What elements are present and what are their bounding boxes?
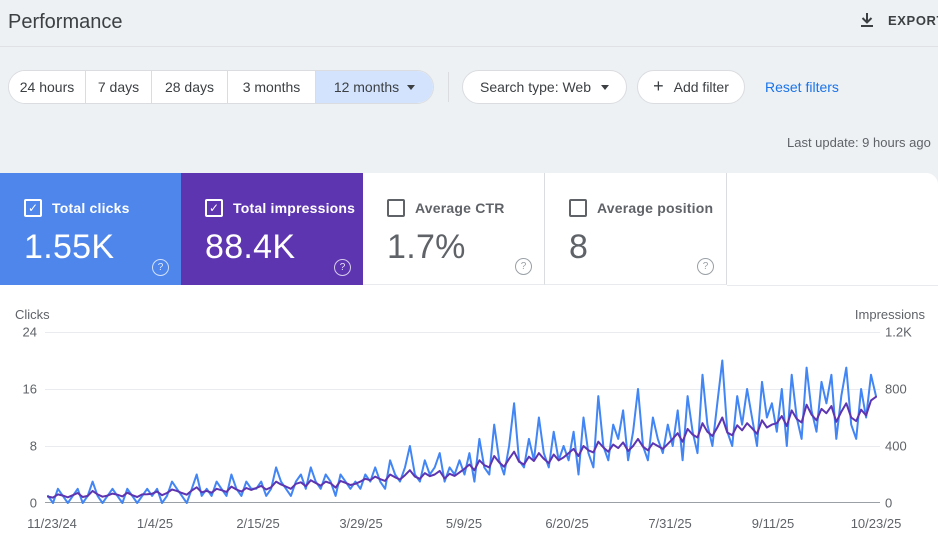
checkbox-unchecked-icon[interactable]: [569, 199, 587, 217]
performance-page: { "header": { "title": "Performance", "e…: [0, 0, 938, 543]
date-range-chip-24-hours[interactable]: 24 hours: [9, 71, 85, 103]
x-axis-label: 5/9/25: [445, 516, 483, 531]
x-axis-label: 10/23/25: [850, 516, 902, 531]
left-axis-ticks: 0 8 16 24: [0, 325, 37, 511]
checkbox-checked-icon[interactable]: ✓: [205, 199, 223, 217]
checkbox-checked-icon[interactable]: ✓: [24, 199, 42, 217]
right-tick: 0: [885, 495, 893, 511]
right-tick: 1.2K: [885, 324, 912, 340]
metric-card-total-impressions[interactable]: ✓ Total impressions 88.4K?: [181, 173, 363, 285]
date-range-chip-12-months[interactable]: 12 months: [315, 71, 433, 103]
metric-label: Average position: [597, 200, 714, 216]
metric-label: Total impressions: [233, 200, 356, 216]
right-axis-ticks: 0 400 800 1.2K: [885, 325, 935, 511]
last-update-text: Last update: 9 hours ago: [787, 135, 931, 150]
cards-filler: [727, 173, 938, 286]
metric-card-average-position[interactable]: Average position 8?: [545, 173, 727, 285]
header-divider: [0, 46, 938, 47]
plus-icon: +: [653, 76, 664, 96]
search-type-label: Search type: Web: [479, 79, 592, 95]
date-range-label: 3 months: [242, 79, 301, 95]
metric-label: Total clicks: [52, 200, 130, 216]
checkbox-unchecked-icon[interactable]: [387, 199, 405, 217]
add-filter-button[interactable]: + Add filter: [637, 70, 745, 104]
help-icon[interactable]: ?: [334, 259, 351, 276]
metric-label: Average CTR: [415, 200, 505, 216]
right-axis-title: Impressions: [854, 307, 925, 322]
x-axis-label: 1/4/25: [136, 516, 174, 531]
x-axis-label: 2/15/25: [236, 516, 280, 531]
metric-card-total-clicks[interactable]: ✓ Total clicks 1.55K?: [0, 173, 181, 285]
download-icon: [858, 11, 876, 29]
date-range-chip-7-days[interactable]: 7 days: [85, 71, 151, 103]
filter-divider: [448, 72, 449, 102]
left-tick: 24: [22, 324, 37, 340]
help-icon[interactable]: ?: [515, 258, 532, 275]
left-tick: 16: [22, 381, 37, 397]
search-type-dropdown[interactable]: Search type: Web: [462, 70, 627, 104]
date-range-label: 24 hours: [19, 79, 75, 95]
x-axis-label: 9/11/25: [751, 516, 795, 531]
x-axis-label: 6/20/25: [545, 516, 589, 531]
chart-svg: [47, 359, 877, 504]
chevron-down-icon: [601, 84, 610, 90]
date-range-chip-28-days[interactable]: 28 days: [151, 71, 227, 103]
chevron-down-icon: [407, 84, 416, 90]
add-filter-label: Add filter: [673, 79, 729, 95]
x-axis-labels: 11/23/24 1/4/25 2/15/25 3/29/25 5/9/25 6/20/2…: [0, 516, 938, 532]
x-axis-label: 7/31/25: [648, 516, 692, 531]
left-tick: 0: [29, 495, 37, 511]
export-label: EXPORT: [888, 12, 938, 28]
date-range-chip-3-months[interactable]: 3 months: [227, 71, 315, 103]
date-range-label: 12 months: [333, 79, 400, 95]
export-button[interactable]: EXPORT: [858, 11, 938, 29]
page-title: Performance: [8, 11, 123, 33]
left-tick: 8: [29, 438, 37, 454]
metric-card-average-ctr[interactable]: Average CTR 1.7%?: [363, 173, 545, 285]
help-icon[interactable]: ?: [152, 259, 169, 276]
help-icon[interactable]: ?: [697, 258, 714, 275]
x-axis-label: 3/29/25: [339, 516, 383, 531]
clicks-line: [47, 359, 877, 504]
left-axis-title: Clicks: [15, 307, 50, 322]
x-axis-label: 11/23/24: [27, 516, 77, 531]
chart-plot-area[interactable]: [45, 332, 880, 504]
right-tick: 400: [885, 438, 907, 454]
date-range-chip-group: 24 hours 7 days 28 days 3 months 12 months: [8, 70, 434, 104]
date-range-label: 28 days: [164, 79, 215, 95]
right-tick: 800: [885, 381, 907, 397]
date-range-label: 7 days: [97, 79, 140, 95]
reset-filters-link[interactable]: Reset filters: [765, 70, 839, 104]
